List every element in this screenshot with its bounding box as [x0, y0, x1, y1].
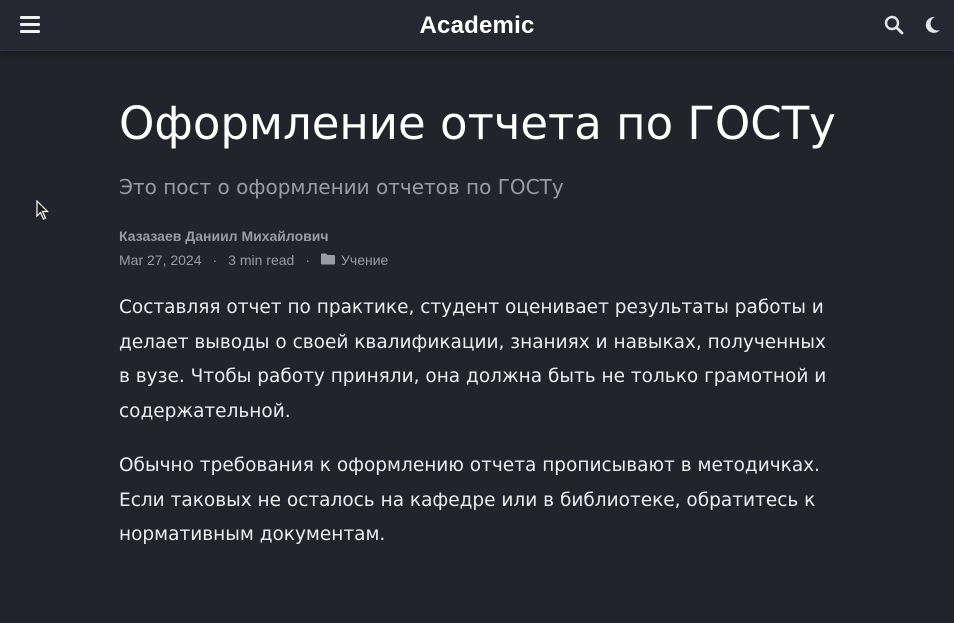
category-link[interactable]: Учение: [341, 250, 388, 270]
article-paragraph: Обычно требования к оформлению отчета пр…: [119, 455, 821, 545]
reading-time: 3 min read: [228, 252, 295, 268]
article-subtitle: Это пост о оформлении отчетов по ГОСТу: [119, 175, 564, 199]
article-container: Оформление отчета по ГОСТу Это пост о оф…: [119, 95, 839, 553]
brand-link[interactable]: Academic: [420, 12, 535, 39]
article-title: Оформление отчета по ГОСТу: [119, 97, 836, 150]
meta-separator: ·: [212, 252, 218, 268]
mouse-cursor-icon: [36, 199, 50, 220]
search-icon[interactable]: [884, 15, 904, 35]
moon-icon[interactable]: [922, 15, 942, 35]
hamburger-menu-icon[interactable]: [18, 14, 42, 36]
article-date: Mar 27, 2024: [119, 252, 202, 268]
article-meta: Mar 27, 2024 · 3 min read · Учение: [119, 250, 839, 270]
site-brand: Academic: [0, 0, 954, 51]
article-body: Составляя отчет по практике, студент оце…: [119, 291, 839, 553]
folder-icon: [321, 250, 335, 270]
article-paragraph: Составляя отчет по практике, студент оце…: [119, 297, 827, 422]
meta-separator: ·: [305, 252, 310, 268]
article-author[interactable]: Казазаев Даниил Михайлович: [119, 226, 839, 246]
top-navbar: Academic: [0, 0, 954, 51]
